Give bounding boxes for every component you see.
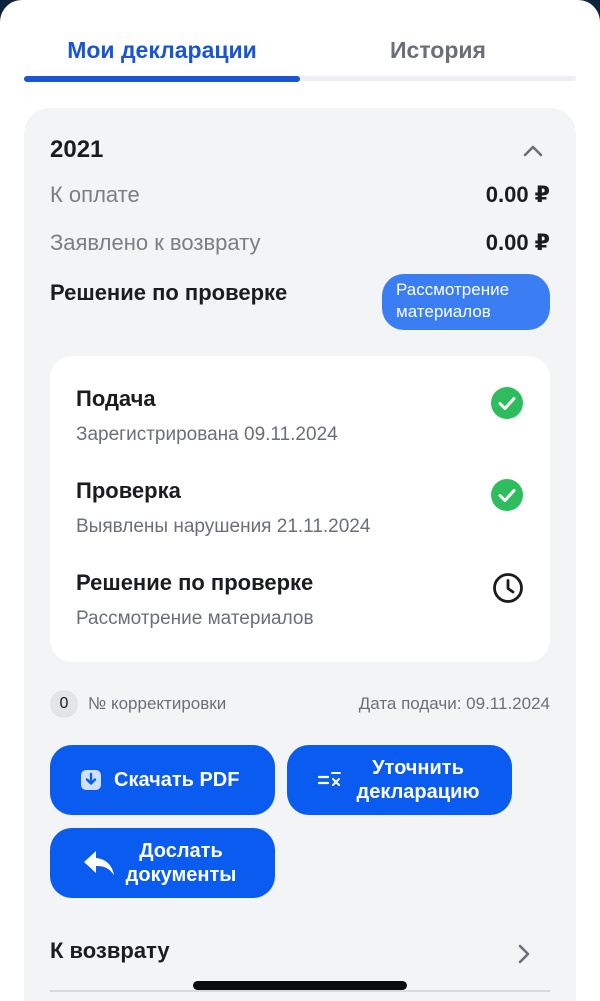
claimed-refund-label: Заявлено к возврату: [50, 230, 261, 255]
correction-label: № корректировки: [88, 694, 227, 713]
step-title: Подача: [76, 386, 156, 411]
tab-history[interactable]: История: [300, 30, 576, 74]
send-docs-line2: документы: [125, 864, 237, 886]
to-pay-label: К оплате: [50, 182, 140, 207]
submission-date: Дата подачи: 09.11.2024: [358, 694, 550, 713]
step-title: Проверка: [76, 478, 181, 503]
clock-icon: [493, 573, 523, 603]
reply-arrow-icon: [84, 851, 114, 875]
tab-active-indicator: [24, 76, 300, 82]
send-documents-button[interactable]: Дослать документы: [50, 828, 275, 898]
timeline-step-decision: Решение по проверке Рассмотрение материа…: [76, 570, 536, 640]
step-subtitle: Рассмотрение материалов: [76, 608, 314, 629]
correction-count-badge: 0: [50, 690, 78, 718]
download-pdf-button[interactable]: Скачать PDF: [50, 745, 275, 815]
tab-bar: Мои декларации История: [24, 30, 576, 84]
step-subtitle: Зарегистрирована 09.11.2024: [76, 424, 338, 445]
download-icon: [81, 770, 101, 790]
app-screen: Мои декларации История 2021 К оплате 0.0…: [0, 0, 600, 1001]
status-badge-line2: материалов: [396, 302, 491, 321]
status-timeline: Подача Зарегистрирована 09.11.2024 Прове…: [50, 356, 550, 662]
to-pay-value: 0.00 ₽: [485, 182, 550, 207]
status-badge: Рассмотрение материалов: [382, 274, 550, 330]
check-circle-icon: [491, 387, 523, 419]
refund-row-label: К возврату: [50, 938, 170, 963]
decision-label: Решение по проверке: [50, 280, 288, 305]
download-pdf-label: Скачать PDF: [114, 769, 240, 791]
clarify-declaration-label: Уточнить декларацию: [353, 756, 483, 804]
divider: [50, 990, 550, 992]
step-title: Решение по проверке: [76, 570, 314, 595]
timeline-step-submission: Подача Зарегистрирована 09.11.2024: [76, 386, 536, 456]
chevron-up-icon[interactable]: [520, 142, 546, 160]
check-circle-icon: [491, 479, 523, 511]
step-subtitle: Выявлены нарушения 21.11.2024: [76, 516, 371, 537]
declaration-year: 2021: [50, 136, 104, 163]
clarify-line2: декларацию: [356, 781, 480, 803]
status-badge-line1: Рассмотрение: [396, 280, 510, 299]
edit-list-icon: [317, 772, 341, 786]
timeline-step-check: Проверка Выявлены нарушения 21.11.2024: [76, 478, 536, 548]
clarify-line1: Уточнить: [372, 757, 464, 779]
declaration-card: 2021 К оплате 0.00 ₽ Заявлено к возврату…: [24, 108, 576, 1001]
refund-row[interactable]: К возврату: [50, 934, 550, 974]
claimed-refund-value: 0.00 ₽: [485, 230, 550, 255]
tab-my-declarations[interactable]: Мои декларации: [24, 30, 300, 74]
send-documents-label: Дослать документы: [116, 839, 246, 887]
home-indicator: [193, 981, 407, 990]
clarify-declaration-button[interactable]: Уточнить декларацию: [287, 745, 512, 815]
chevron-right-icon: [518, 944, 530, 964]
send-docs-line1: Дослать: [139, 840, 223, 862]
